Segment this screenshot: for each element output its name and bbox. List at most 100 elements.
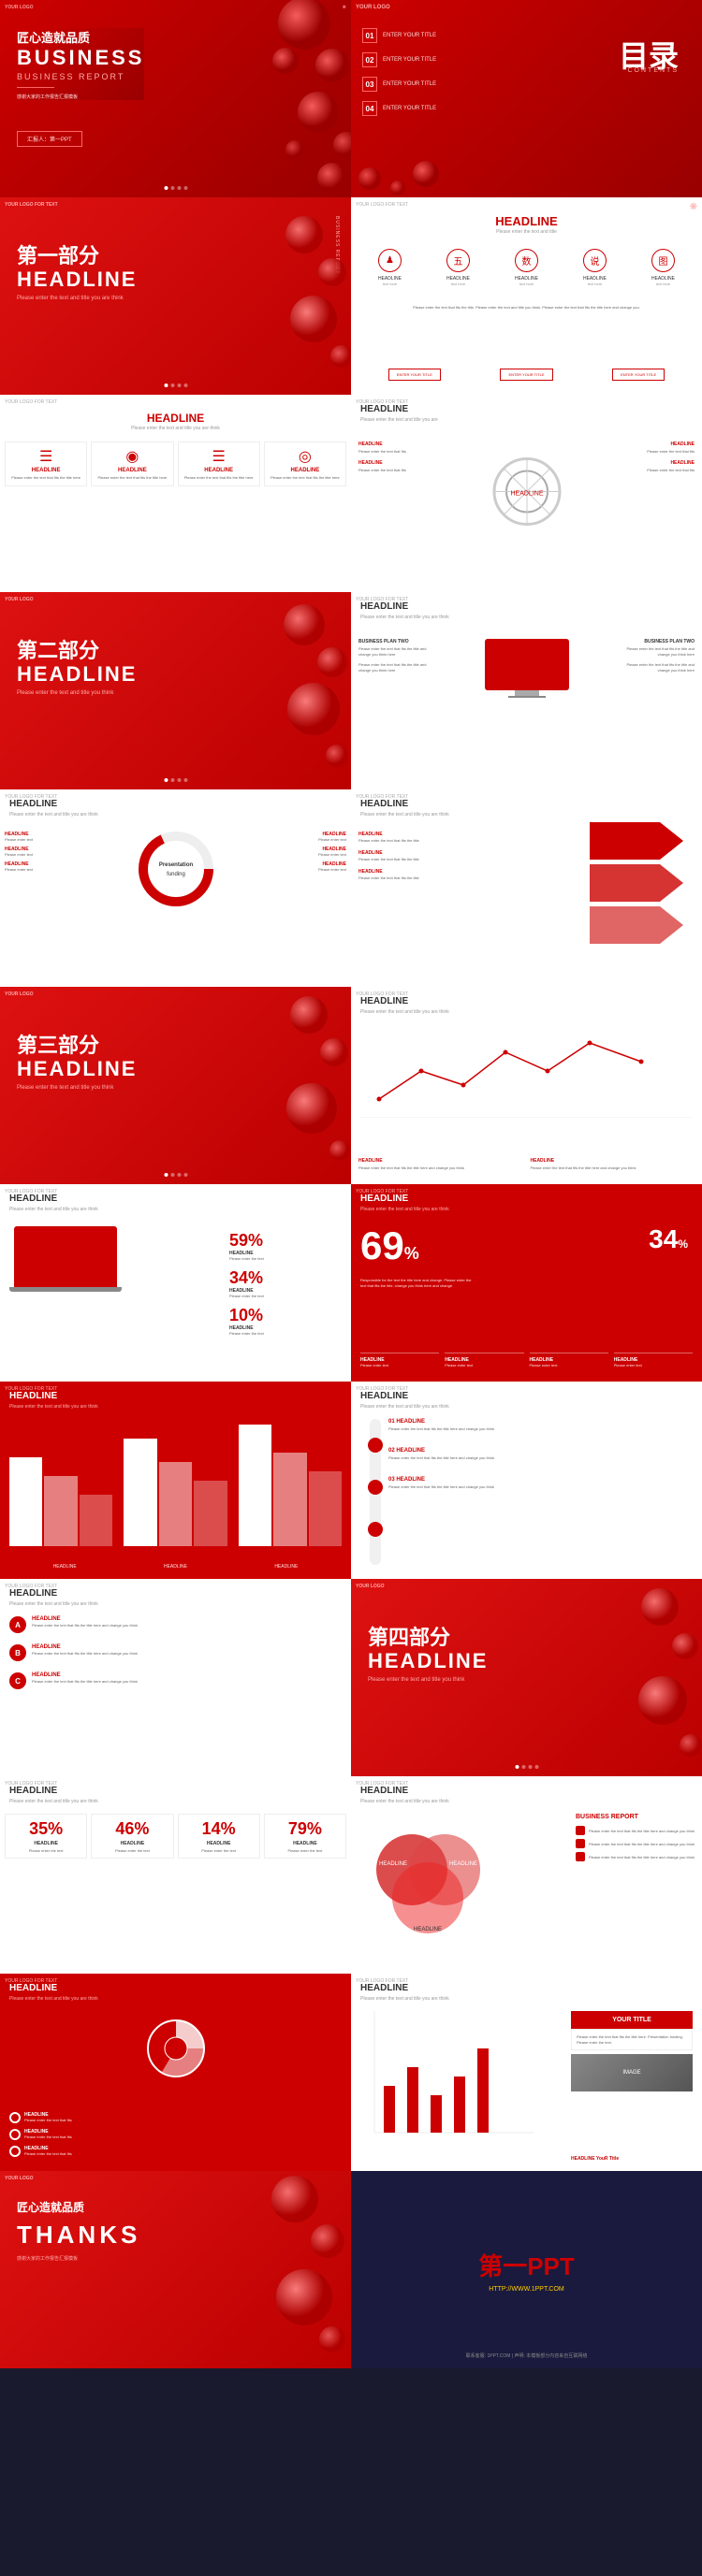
cover-sub: 感谢大家的工作报告汇报模板 [17,94,144,100]
slide-6-aperture: YOUR LOGO FOR TEXT HEADLINE Please enter… [351,395,702,592]
s11-headline: HEADLINE [17,1057,137,1081]
toc-item-1: 01 ENTER YOUR TITLE [362,28,436,43]
s21-sub: Please enter the text and title you are … [9,1996,98,2002]
slide-12-linechart: YOUR LOGO FOR TEXT HEADLINE Please enter… [351,987,702,1184]
btn-1[interactable]: ENTER YOUR TITLE [388,369,441,381]
s10-left: HEADLINE Please enter the text that fits… [358,832,471,881]
s3-headline: HEADLINE [17,268,137,292]
toc-label-2: ENTER YOUR TITLE [383,57,436,63]
s23-chinese: 匠心造就品质 [17,2199,140,2215]
col-d: ◎ HEADLINE Please enter the text that fi… [264,441,346,486]
svg-text:HEADLINE: HEADLINE [414,1927,442,1932]
stat-desc: Responsible for the text the title here … [360,1278,473,1288]
s7-balls [229,592,351,789]
toc-items: 01 ENTER YOUR TITLE 02 ENTER YOUR TITLE … [362,28,436,125]
s22-title-box: YOUR TITLE Please enter the text that fi… [571,2011,693,2091]
s9-right: HEADLINEPlease enter text HEADLINEPlease… [285,832,346,873]
slide-24-promo: 第一PPT HTTP://WWW.1PPT.COM 联系客服: 1PPT.COM… [351,2171,702,2368]
s12-bl: HEADLINE Please enter the text that fits… [358,1158,523,1170]
s21-i3: HEADLINEPlease enter the text that fits [9,2146,342,2157]
s12-headline: HEADLINE [360,996,408,1006]
s22-photo: IMAGE [571,2054,693,2091]
toc-num-3: 03 [362,77,377,92]
slide-23-thanks: YOUR LOGO 匠心造就品质 THANKS 感谢大家的工作报告汇报模板 [0,2171,351,2368]
s19-headline: HEADLINE [9,1786,57,1796]
s9-headline: HEADLINE [9,799,57,809]
slide-row-7: YOUR LOGO FOR TEXT HEADLINE Please enter… [0,1184,702,1382]
s11-logo: YOUR LOGO [5,991,34,997]
slide-row-10: YOUR LOGO FOR TEXT HEADLINE Please enter… [0,1776,702,1974]
s24-url: HTTP://WWW.1PPT.COM [433,2286,621,2293]
s18-dots [515,1765,538,1769]
s19-sub: Please enter the text and title you are … [9,1799,98,1804]
s3-logo: YOUR LOGO FOR TEXT [5,202,58,208]
stat-2: 34% HEADLINE Please enter the text [229,1268,342,1298]
slide-14-stats69: YOUR LOGO FOR TEXT HEADLINE Please enter… [351,1184,702,1382]
arrows-graphic [590,822,683,977]
s10-sub: Please enter the text and title you are … [360,812,449,818]
slide-row-12: YOUR LOGO 匠心造就品质 THANKS 感谢大家的工作报告汇报模板 第一… [0,2171,702,2368]
s13-headline: HEADLINE [9,1194,57,1204]
s9-sub: Please enter the text and title you are … [9,812,98,818]
cover-box: 汇报人：第一PPT [17,131,82,147]
timeline-dot-3 [368,1522,383,1537]
aperture-left: HEADLINE Please enter the text that fits… [358,441,429,472]
s5-logo: YOUR LOGO FOR TEXT [5,399,57,405]
toc-label-4: ENTER YOUR TITLE [383,106,436,111]
s7-section-cn: 第二部分 [17,634,99,664]
toc-num-1: 01 [362,28,377,43]
s5-sub: Please enter the text and title you are … [0,426,351,431]
aperture-graphic: HEADLINE [490,454,564,533]
slide-17-abc: YOUR LOGO FOR TEXT HEADLINE Please enter… [0,1579,351,1776]
s12-sub: Please enter the text and title you are … [360,1009,449,1015]
s16-headline: HEADLINE [360,1391,408,1401]
bar-group-3 [239,1425,342,1546]
s14-i3: HEADLINE Please enter text [530,1353,608,1368]
slide-18-section4: YOUR LOGO 第四部分 HEADLINE Please enter the… [351,1579,702,1776]
tl-item-3: 03 HEADLINE Please enter the text that f… [388,1477,693,1489]
venn-svg: HEADLINE HEADLINE HEADLINE [360,1818,491,1949]
arrows-svg [590,822,683,972]
timeline-container [370,1419,381,1565]
slide-5-4col: YOUR LOGO FOR TEXT HEADLINE Please enter… [0,395,351,592]
s21-pie [139,2011,213,2086]
s8-sub: Please enter the text and title you are … [360,615,449,620]
slide-row-9: YOUR LOGO FOR TEXT HEADLINE Please enter… [0,1579,702,1776]
slide-row-11: YOUR LOGO FOR TEXT HEADLINE Please enter… [0,1974,702,2171]
svg-text:HEADLINE: HEADLINE [510,490,543,497]
big-stat: 69% [360,1226,419,1266]
s23-sub: 感谢大家的工作报告汇报模板 [17,2255,140,2262]
s23-logo: YOUR LOGO [5,2176,34,2181]
slide-row-2: YOUR LOGO FOR TEXT 第一部分 HEADLINE Please … [0,197,702,395]
icon-3: 数HEADLINEtext here [515,249,538,286]
btn-3[interactable]: ENTER YOUR TITLE [612,369,665,381]
col-b: ◉ HEADLINE Please enter the text that fi… [91,441,173,486]
s15-sub: Please enter the text and title you are … [9,1404,98,1410]
slide-row-4: YOUR LOGO 第二部分 HEADLINE Please enter the… [0,592,702,789]
toc-balls [351,123,463,197]
s4-desc: Please enter the text that fits the titl… [360,305,693,311]
slide-11-section3: YOUR LOGO 第三部分 HEADLINE Please enter the… [0,987,351,1184]
s4-btn-row: ENTER YOUR TITLE ENTER YOUR TITLE ENTER … [358,369,695,381]
s23-main: 匠心造就品质 THANKS 感谢大家的工作报告汇报模板 [17,2199,140,2262]
s13-sub: Please enter the text and title you are … [9,1207,98,1212]
abc-b: B HEADLINE Please enter the text that fi… [9,1644,342,1661]
pct-35: 35% HEADLINE Please enter the text [5,1814,87,1859]
s14-i1: HEADLINE Please enter text [360,1353,439,1368]
bar-group-2 [124,1439,227,1546]
s11-balls [229,987,351,1184]
stats-row: 59% HEADLINE Please enter the text 34% H… [229,1231,342,1336]
icon-4: 说HEADLINEtext here [583,249,607,286]
slide-row-8: YOUR LOGO FOR TEXT HEADLINE Please enter… [0,1382,702,1579]
s18-sub: Please enter the text and title you thin… [368,1677,464,1683]
slide-3-section1: YOUR LOGO FOR TEXT 第一部分 HEADLINE Please … [0,197,351,395]
cover-line [17,87,54,88]
s3-balls [229,197,351,395]
s23-balls [211,2171,351,2368]
abc-a: A HEADLINE Please enter the text that fi… [9,1616,342,1633]
slide-row-5: YOUR LOGO FOR TEXT HEADLINE Please enter… [0,789,702,987]
s14-i4: HEADLINE Please enter text [614,1353,693,1368]
s22-headline: HEADLINE [360,1983,408,1993]
tl-item-1: 01 HEADLINE Please enter the text that f… [388,1419,693,1431]
btn-2[interactable]: ENTER YOUR TITLE [500,369,552,381]
